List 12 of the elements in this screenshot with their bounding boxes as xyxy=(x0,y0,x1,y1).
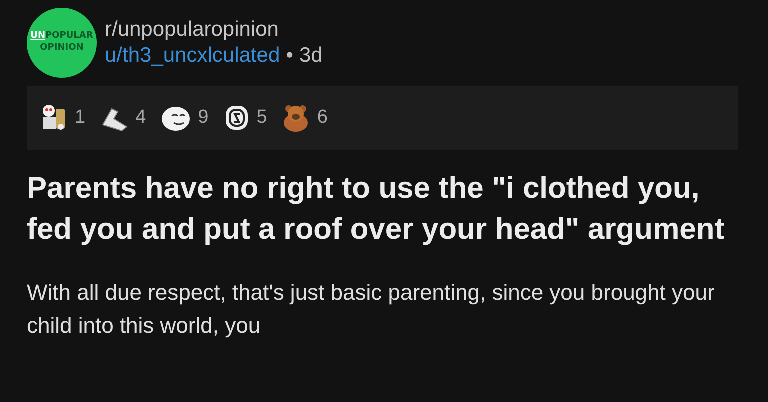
post-age: 3d xyxy=(300,44,323,68)
award-count: 9 xyxy=(198,107,209,129)
post-title: Parents have no right to use the "i clothed you, fed you and put a roof over your head" argument xyxy=(27,171,726,248)
award-count: 4 xyxy=(136,107,146,129)
subreddit-logo[interactable]: UNPOPULAR OPINION xyxy=(27,8,97,78)
separator: • xyxy=(286,44,294,68)
award-count: 6 xyxy=(317,107,328,129)
subreddit-name[interactable]: r/unpopularopinion xyxy=(105,18,323,42)
post-body: With all due respect, that's just basic parenting, since you brought your child into this world, you xyxy=(27,279,716,340)
award-count: 5 xyxy=(256,107,268,129)
award-count: 1 xyxy=(75,107,86,129)
author-link[interactable]: u/th3_uncxlculated xyxy=(105,44,280,68)
